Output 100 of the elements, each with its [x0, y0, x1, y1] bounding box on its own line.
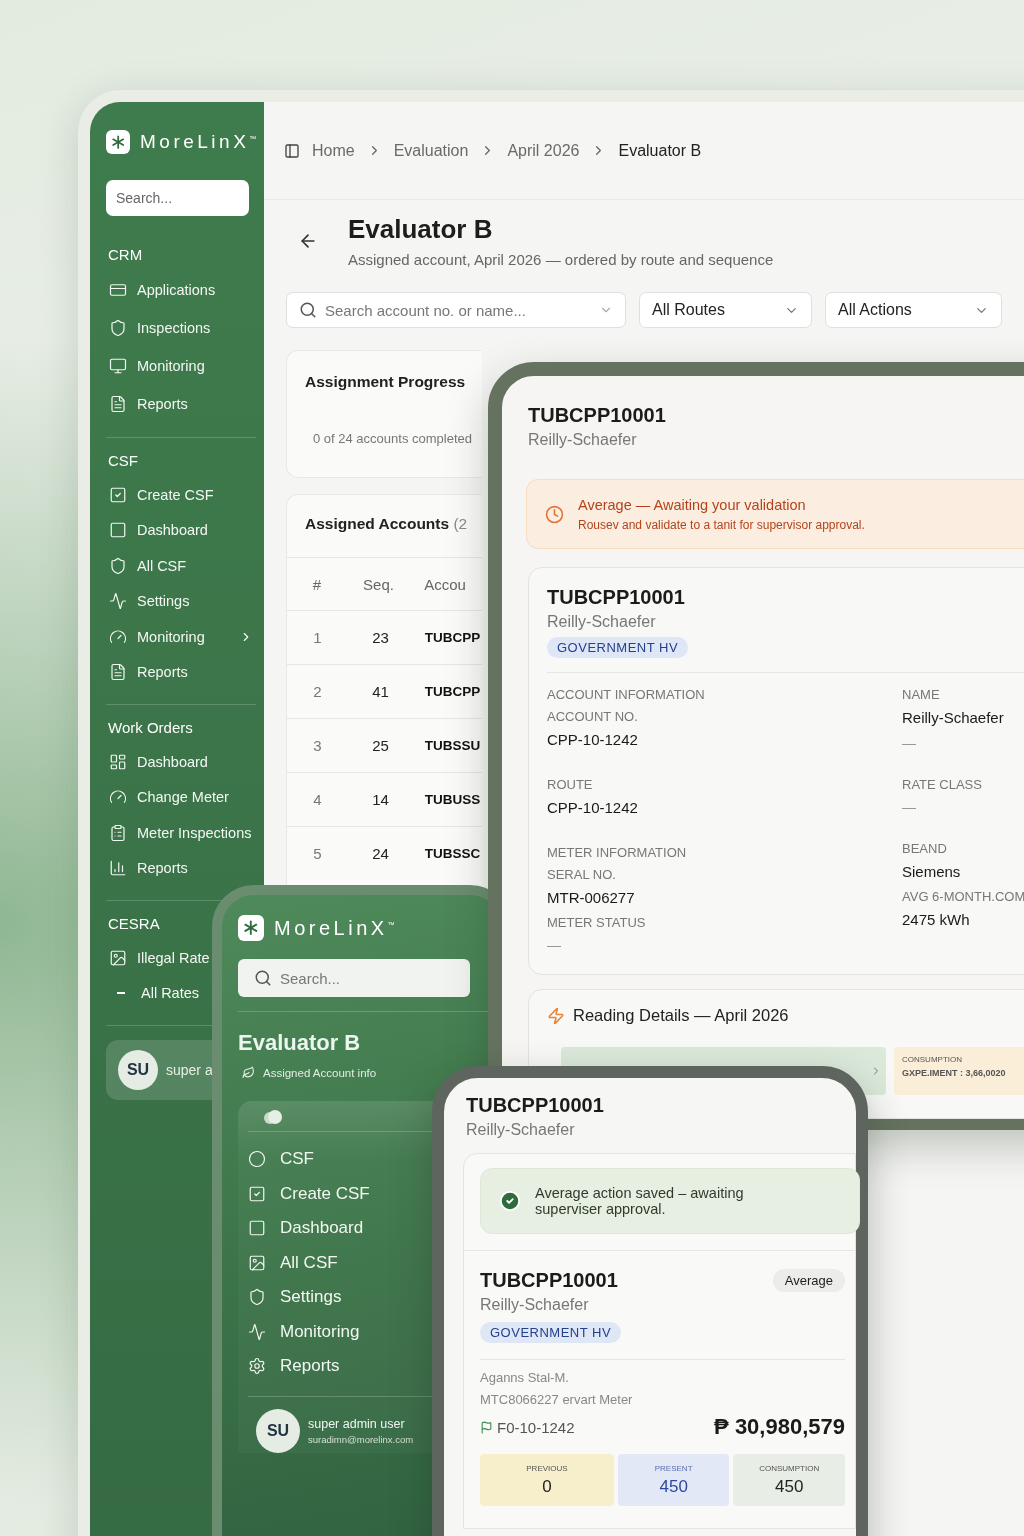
- square-icon: [109, 521, 127, 540]
- field-label: AVG 6-MONTH.COM: [902, 889, 1024, 906]
- user-card[interactable]: SU super a: [106, 1040, 215, 1100]
- tile-label: CONSUMPTION: [759, 1463, 820, 1473]
- checkbox-icon: [109, 485, 127, 504]
- breadcrumb-link[interactable]: April 2026: [507, 141, 580, 160]
- search-field[interactable]: Search account no. or name...: [286, 292, 626, 328]
- clock-icon: [545, 504, 564, 524]
- field-label: NAME: [902, 687, 941, 704]
- nav-item[interactable]: Monitoring: [106, 619, 253, 655]
- amount: ₱ 30,980,579: [714, 1414, 845, 1440]
- page-title: Evaluator B: [238, 1030, 362, 1056]
- leaf-icon: [242, 1066, 255, 1079]
- nav-item[interactable]: All CSF: [106, 548, 187, 584]
- rate-badge: GOVERNMENT HV: [480, 1322, 622, 1343]
- menu-item[interactable]: Reports: [248, 1349, 340, 1384]
- field-value: —: [547, 937, 562, 955]
- flag-icon: [480, 1420, 493, 1434]
- user-name: super a: [166, 1062, 213, 1078]
- logo-icon: [238, 915, 264, 941]
- action-dropdown[interactable]: All Actions: [825, 292, 1002, 328]
- nav-item[interactable]: Monitoring: [106, 347, 205, 385]
- nav-item[interactable]: Reports: [106, 850, 188, 886]
- menu-item[interactable]: CSF: [248, 1142, 314, 1177]
- field-value: 2475 kWh: [902, 911, 971, 930]
- nav-item[interactable]: Illegal Rate: [106, 940, 210, 976]
- field-label: BEAND: [902, 841, 948, 858]
- menu-item[interactable]: Dashboard: [248, 1211, 364, 1246]
- field-label: METER STATUS: [547, 915, 647, 932]
- card-icon: [109, 281, 127, 299]
- check-icon: [499, 1190, 521, 1212]
- user-email: suradimn@morelinx.com: [308, 1433, 414, 1445]
- menu-item[interactable]: Monitoring: [248, 1314, 360, 1349]
- image-icon: [248, 1253, 266, 1272]
- table-row[interactable]: 3 25 TUBSSU: [287, 718, 482, 772]
- breadcrumb-link[interactable]: Home: [312, 141, 355, 160]
- breadcrumb-link[interactable]: Evaluator B: [618, 141, 702, 160]
- nav-item[interactable]: Dashboard: [106, 512, 208, 548]
- table-cell-text: TUBSSU: [423, 738, 482, 753]
- page-subtitle: Assigned account, April 2026 — ordered by route and sequence: [348, 251, 774, 268]
- page-subtitle: Assigned Account info: [263, 1066, 377, 1079]
- page-title: Evaluator B: [348, 214, 494, 245]
- tile-value: 450: [775, 1476, 804, 1497]
- menu-item[interactable]: Create CSF: [248, 1176, 370, 1211]
- nav-item[interactable]: Applications: [106, 271, 216, 309]
- search-field[interactable]: Search...: [106, 180, 249, 216]
- table-row[interactable]: 1 23 TUBCPP: [287, 610, 482, 664]
- account-name: Reilly-Schaefer: [480, 1296, 590, 1314]
- table-cell-text: 3: [312, 737, 323, 754]
- nav-item[interactable]: Reports: [106, 654, 188, 690]
- field-value: CPP-10-1242: [547, 799, 639, 818]
- route-dropdown[interactable]: All Routes: [639, 292, 812, 328]
- column-header: #: [311, 575, 322, 593]
- nav-item[interactable]: Settings: [106, 583, 190, 619]
- table-cell-text: TUBUSS: [423, 792, 482, 807]
- menu-item[interactable]: Settings: [248, 1280, 342, 1315]
- nav-item[interactable]: Inspections: [106, 309, 211, 347]
- nav-item[interactable]: All Rates: [106, 975, 200, 1011]
- table-cell-text: 2: [312, 683, 323, 700]
- dashboard-icon: [109, 752, 127, 771]
- nav-item[interactable]: Reports: [106, 385, 188, 423]
- document-icon: [109, 395, 127, 413]
- nav-item[interactable]: Dashboard: [106, 744, 208, 780]
- table-row[interactable]: 2 41 TUBCPP: [287, 664, 482, 718]
- sidebar-toggle-icon[interactable]: [284, 142, 300, 159]
- shield-icon: [248, 1288, 266, 1307]
- brand-name: MoreLinX$^{™}$: [274, 916, 395, 940]
- card-title: Assignment Progress: [305, 373, 467, 391]
- nav-item[interactable]: Change Meter: [106, 779, 229, 815]
- checkbox-icon: [248, 1184, 266, 1203]
- table-cell-text: TUBCPP: [423, 684, 482, 699]
- menu-item[interactable]: All CSF: [248, 1245, 338, 1280]
- table-cell-text: 5: [312, 845, 323, 862]
- clipboard-icon: [109, 823, 127, 842]
- nav-item[interactable]: Create CSF: [106, 477, 214, 513]
- account-number: TUBCPP10001: [547, 586, 686, 609]
- search-field[interactable]: Search...: [238, 959, 470, 997]
- shield-icon: [109, 556, 127, 575]
- table-cell-text: 14: [371, 791, 390, 808]
- nav-item[interactable]: Meter Inspections: [106, 815, 252, 851]
- tile-label: PREVIOUS: [526, 1463, 568, 1473]
- cloud-icon: [262, 1109, 284, 1125]
- box-value: GXPE.IMENT : 3,66,0020: [902, 1068, 1007, 1078]
- circle-icon: [248, 1150, 266, 1169]
- table-cell-text: TUBSSC: [423, 846, 482, 861]
- table-row[interactable]: 5 24 TUBSSC: [287, 826, 482, 880]
- field-value: —: [902, 735, 917, 753]
- meta-text: Aganns Stal-M.: [480, 1370, 570, 1385]
- search-icon: [299, 301, 317, 319]
- monitor-icon: [109, 357, 127, 375]
- settings-icon: [248, 1357, 266, 1376]
- breadcrumb-link[interactable]: Evaluation: [393, 141, 469, 160]
- document-icon: [109, 663, 127, 682]
- table-cell-text: 41: [371, 683, 390, 700]
- table-row[interactable]: 4 14 TUBUSS: [287, 772, 482, 826]
- section-heading: ACCOUNT INFORMATION: [547, 687, 706, 704]
- user-name: super admin user: [308, 1416, 406, 1431]
- rate-badge: GOVERNMENT HV: [547, 637, 689, 658]
- table-cell-text: 4: [312, 791, 323, 808]
- alert-title: Average — Awaiting your validation: [578, 496, 807, 513]
